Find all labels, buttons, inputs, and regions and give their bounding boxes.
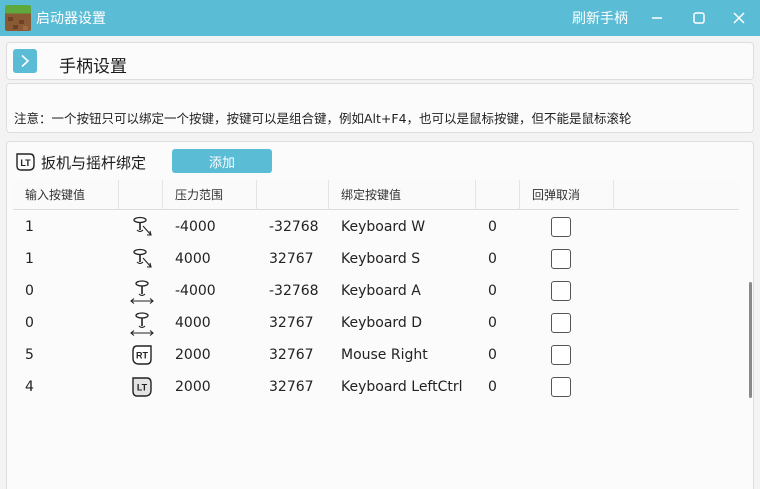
page-title: 手柄设置: [59, 57, 127, 77]
maximize-button[interactable]: [684, 4, 714, 32]
joystick-down-right-icon: [133, 248, 152, 268]
window-title: 启动器设置: [36, 11, 106, 27]
close-icon: [733, 12, 745, 24]
rebound-cancel-checkbox[interactable]: [551, 217, 571, 237]
range-start: 4000: [175, 251, 211, 267]
rebound-cancel-checkbox[interactable]: [551, 281, 571, 301]
bound-key: Keyboard A: [341, 283, 421, 299]
joystick-left-icon: [130, 280, 154, 304]
table-row[interactable]: 5 RT 2000 32767 Mouse Right 0: [13, 339, 739, 371]
rebound-cancel-checkbox[interactable]: [551, 345, 571, 365]
binding-value: 0: [488, 283, 497, 299]
lt-badge-text: LT: [20, 158, 31, 168]
column-bound-key[interactable]: 绑定按键值: [329, 180, 476, 210]
joystick-right-icon: [130, 312, 154, 336]
joystick-up-left-icon: [133, 216, 152, 236]
add-binding-button[interactable]: 添加: [172, 149, 272, 173]
range-end: 32767: [269, 251, 314, 267]
section-title: 扳机与摇杆绑定: [41, 154, 147, 172]
minimize-button[interactable]: [642, 4, 672, 32]
range-end: 32767: [269, 379, 314, 395]
refresh-controllers-button[interactable]: 刷新手柄: [572, 8, 628, 28]
controller-settings-header: 手柄设置: [6, 42, 754, 80]
rebound-cancel-checkbox[interactable]: [551, 249, 571, 269]
title-bar: 启动器设置 刷新手柄: [0, 0, 760, 36]
trigger-stick-bindings-panel: LT 扳机与摇杆绑定 添加 输入按键值 压力范围 绑定按键值 回弹取消 1 -4…: [6, 141, 754, 489]
binding-value: 0: [488, 219, 497, 235]
column-rebound-cancel[interactable]: 回弹取消: [520, 180, 614, 210]
input-value: 1: [25, 251, 34, 267]
note-panel: 注意：一个按钮只可以绑定一个按键，按键可以是组合键，例如Alt+F4，也可以是鼠…: [6, 83, 754, 133]
table-row[interactable]: 0 -4000 -32768 Keyboard A 0: [13, 275, 739, 307]
rt-trigger-icon: RT: [132, 345, 152, 365]
table-header: 输入按键值 压力范围 绑定按键值 回弹取消: [13, 180, 739, 210]
range-end: -32768: [269, 283, 319, 299]
table-row[interactable]: 1 4000 32767 Keyboard S 0: [13, 243, 739, 275]
note-text: 注意：一个按钮只可以绑定一个按键，按键可以是组合键，例如Alt+F4，也可以是鼠…: [14, 111, 632, 126]
lt-badge-text: LT: [137, 383, 148, 393]
grass-block-icon: [5, 5, 31, 31]
range-start: 4000: [175, 315, 211, 331]
column-pressure-range[interactable]: 压力范围: [163, 180, 257, 210]
range-end: 32767: [269, 315, 314, 331]
minimize-icon: [652, 17, 662, 19]
lt-trigger-icon: LT: [16, 153, 35, 171]
binding-value: 0: [488, 347, 497, 363]
range-end: 32767: [269, 347, 314, 363]
input-value: 1: [25, 219, 34, 235]
settings-content: 手柄设置 注意：一个按钮只可以绑定一个按键，按键可以是组合键，例如Alt+F4，…: [0, 36, 760, 489]
binding-value: 0: [488, 251, 497, 267]
bound-key: Mouse Right: [341, 347, 428, 363]
range-start: -4000: [175, 219, 216, 235]
table-row[interactable]: 4 LT 2000 32767 Keyboard LeftCtrl 0: [13, 371, 739, 403]
input-value: 5: [25, 347, 34, 363]
bound-key: Keyboard LeftCtrl: [341, 379, 463, 395]
bound-key: Keyboard D: [341, 315, 423, 331]
maximize-icon: [693, 12, 705, 24]
range-end: -32768: [269, 219, 319, 235]
close-button[interactable]: [724, 4, 754, 32]
table-row[interactable]: 1 -4000 -32768 Keyboard W 0: [13, 211, 739, 243]
range-start: 2000: [175, 347, 211, 363]
rebound-cancel-checkbox[interactable]: [551, 377, 571, 397]
column-input-value[interactable]: 输入按键值: [13, 180, 119, 210]
expand-button[interactable]: [13, 49, 37, 73]
input-value: 0: [25, 315, 34, 331]
chevron-right-icon: [21, 54, 30, 68]
column-range-end[interactable]: [257, 180, 329, 210]
column-icon[interactable]: [119, 180, 163, 210]
range-start: 2000: [175, 379, 211, 395]
table-row[interactable]: 0 4000 32767 Keyboard D 0: [13, 307, 739, 339]
binding-value: 0: [488, 379, 497, 395]
lt-trigger-icon: LT: [132, 377, 152, 397]
column-value[interactable]: [476, 180, 520, 210]
range-start: -4000: [175, 283, 216, 299]
input-value: 4: [25, 379, 34, 395]
bound-key: Keyboard S: [341, 251, 421, 267]
rt-badge-text: RT: [136, 351, 148, 361]
vertical-scrollbar[interactable]: [749, 282, 752, 398]
input-value: 0: [25, 283, 34, 299]
bound-key: Keyboard W: [341, 219, 426, 235]
binding-value: 0: [488, 315, 497, 331]
rebound-cancel-checkbox[interactable]: [551, 313, 571, 333]
